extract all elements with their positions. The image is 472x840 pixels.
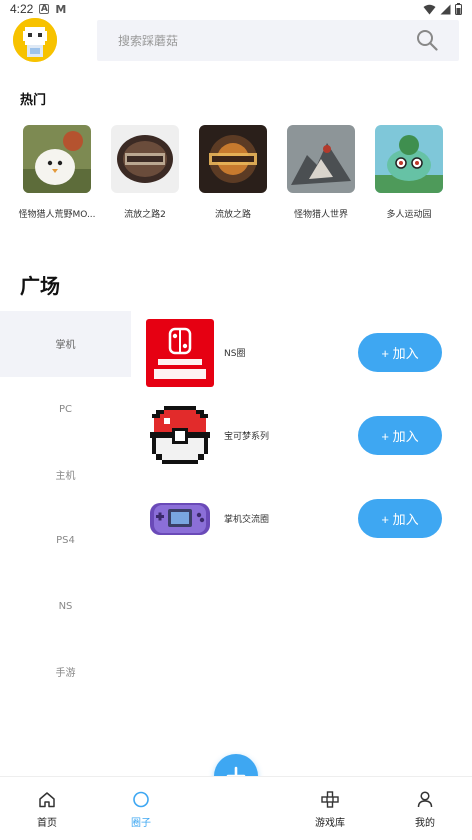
category-item-ps4[interactable]: PS4 bbox=[0, 508, 131, 574]
home-icon bbox=[39, 792, 55, 808]
tab-game-library[interactable]: 游戏库 bbox=[300, 791, 360, 829]
category-item-pc[interactable]: PC bbox=[0, 377, 131, 443]
game-thumbnail-exile[interactable] bbox=[199, 125, 267, 193]
group-item[interactable]: 宝可梦系列 + 加入 bbox=[146, 402, 456, 472]
avatar[interactable] bbox=[13, 18, 57, 62]
game-thumbnail-bulbasaur[interactable] bbox=[375, 125, 443, 193]
hot-game-label: 怪物猎人荒野MO... bbox=[18, 210, 96, 220]
pokeball-icon bbox=[146, 402, 214, 470]
join-button[interactable]: + 加入 bbox=[358, 499, 442, 538]
group-item[interactable]: 掌机交流圈 + 加入 bbox=[146, 485, 456, 555]
pixel-character-icon bbox=[13, 18, 57, 62]
gameboy-advance-icon bbox=[146, 485, 214, 553]
hot-game-label: 流放之路 bbox=[214, 210, 251, 220]
hot-section-title: 热门 bbox=[20, 93, 47, 108]
person-icon bbox=[417, 791, 433, 808]
notification-a-icon: A bbox=[39, 4, 50, 14]
game-thumbnail-bird[interactable] bbox=[23, 125, 91, 193]
tab-label: 我的 bbox=[415, 818, 435, 829]
hot-game-item[interactable]: 流放之路2 bbox=[102, 125, 188, 220]
category-item-mobile[interactable]: 手游 bbox=[0, 639, 131, 705]
game-thumbnail-exile2[interactable] bbox=[111, 125, 179, 193]
hot-game-item[interactable]: 流放之路 bbox=[190, 125, 276, 220]
nintendo-switch-logo bbox=[146, 319, 214, 387]
tab-me[interactable]: 我的 bbox=[395, 791, 455, 829]
tab-circle[interactable]: 圈子 bbox=[111, 791, 171, 829]
join-button[interactable]: + 加入 bbox=[358, 416, 442, 455]
bottom-tab-bar: 首页 圈子 游戏库 我的 bbox=[0, 776, 472, 840]
group-name: NS圈 bbox=[224, 349, 246, 359]
hot-game-item[interactable]: 多人运动园 bbox=[366, 125, 452, 220]
category-item-handheld[interactable]: 掌机 bbox=[0, 311, 131, 377]
group-item[interactable]: NS圈 + 加入 bbox=[146, 319, 456, 389]
signal-icon bbox=[440, 4, 451, 14]
gmail-icon: M bbox=[55, 2, 67, 16]
hot-game-item[interactable]: 怪物猎人荒野MO... bbox=[14, 125, 100, 220]
hot-game-label: 流放之路2 bbox=[124, 210, 166, 220]
hot-game-item[interactable]: 怪物猎人世界 bbox=[278, 125, 364, 220]
hot-game-label: 怪物猎人世界 bbox=[293, 210, 348, 220]
gamepad-icon bbox=[321, 791, 339, 808]
group-name: 宝可梦系列 bbox=[224, 432, 270, 442]
hot-game-label: 多人运动园 bbox=[386, 210, 432, 220]
tab-label: 游戏库 bbox=[315, 818, 345, 829]
category-sidebar: 掌机 PC 主机 PS4 NS 手游 bbox=[0, 311, 131, 705]
wifi-icon bbox=[423, 4, 436, 14]
join-button[interactable]: + 加入 bbox=[358, 333, 442, 372]
tab-label: 首页 bbox=[37, 818, 57, 829]
game-thumbnail-monster[interactable] bbox=[287, 125, 355, 193]
status-time: 4:22 bbox=[10, 2, 34, 16]
category-item-console[interactable]: 主机 bbox=[0, 442, 131, 508]
battery-icon bbox=[455, 3, 462, 15]
status-bar: 4:22 A M bbox=[0, 0, 472, 18]
plaza-section-title: 广场 bbox=[20, 274, 60, 298]
category-item-ns[interactable]: NS bbox=[0, 573, 131, 639]
tab-label: 圈子 bbox=[131, 818, 151, 829]
search-icon[interactable] bbox=[416, 29, 438, 51]
group-name: 掌机交流圈 bbox=[224, 515, 270, 525]
tab-home[interactable]: 首页 bbox=[17, 791, 77, 829]
search-input[interactable]: 搜索踩蘑菇 bbox=[97, 20, 459, 61]
search-placeholder: 搜索踩蘑菇 bbox=[118, 34, 179, 48]
circle-icon bbox=[133, 791, 149, 808]
